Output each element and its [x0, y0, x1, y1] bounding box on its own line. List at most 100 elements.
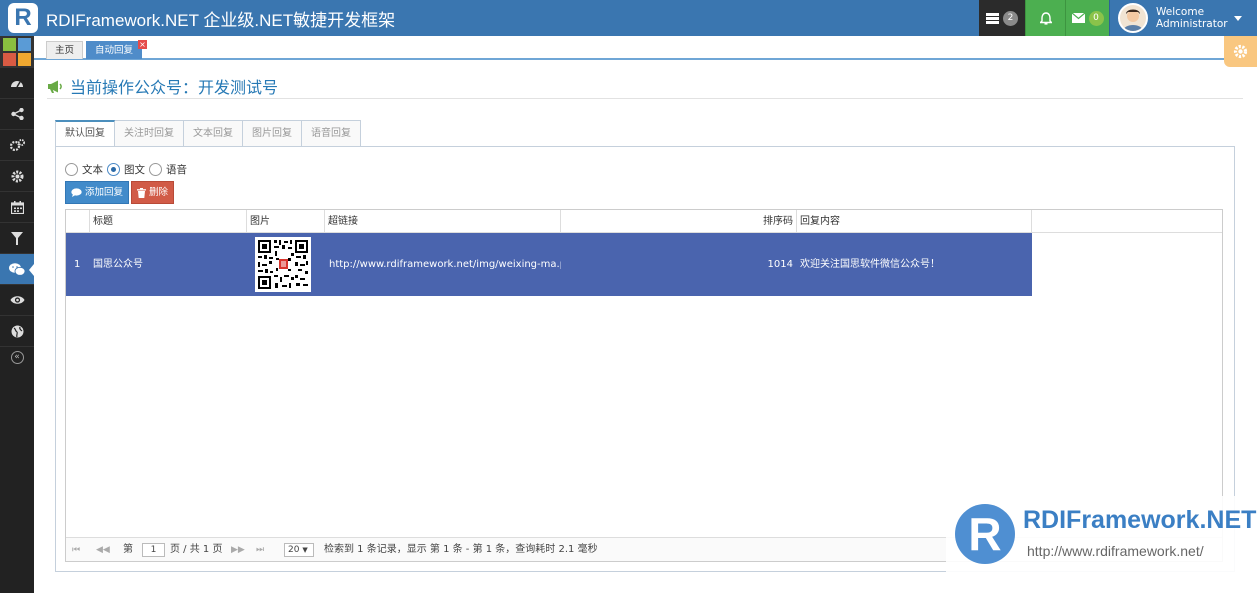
wechat-icon [9, 262, 25, 276]
add-reply-label: 添加回复 [85, 187, 124, 198]
col-image[interactable]: 图片 [247, 210, 325, 233]
welcome-label: Welcome [1156, 6, 1205, 18]
shortcut-orange[interactable] [18, 53, 31, 66]
shortcut-red[interactable] [3, 53, 16, 66]
brand[interactable]: R RDIFramework.NET 企业级.NET敏捷开发框架 [0, 0, 395, 36]
radio-voice-label: 语音 [166, 164, 187, 176]
avatar [1118, 3, 1148, 33]
watermark-logo: R [955, 504, 1015, 564]
user-info: Welcome Administrator [1156, 6, 1228, 30]
shortcuts[interactable] [0, 36, 34, 68]
tab-text-reply[interactable]: 文本回复 [184, 120, 243, 147]
add-reply-button[interactable]: 添加回复 [65, 181, 130, 204]
tasks-button[interactable]: 2 [979, 0, 1025, 36]
col-rownum [66, 210, 90, 233]
caret-down-icon [1233, 15, 1242, 21]
tachometer-icon [11, 81, 23, 88]
page-number-input[interactable]: 1 [142, 543, 165, 557]
gear-icon [1233, 44, 1248, 59]
double-angle-left-icon: « [10, 350, 24, 364]
notifications-button[interactable] [1025, 0, 1065, 36]
username-label: Administrator [1156, 18, 1228, 30]
page-header: 当前操作公众号：开发测试号 [47, 74, 278, 98]
page-prefix: 第 [123, 544, 133, 555]
delete-button[interactable]: 删除 [131, 181, 175, 204]
col-link[interactable]: 超链接 [325, 210, 561, 233]
globe-icon [11, 325, 23, 337]
first-page-icon[interactable]: ⏮ [72, 538, 80, 562]
page-size-value: 20 [288, 545, 300, 555]
radio-news[interactable] [107, 163, 120, 176]
envelope-icon [1071, 13, 1085, 23]
radio-news-label: 图文 [124, 164, 145, 176]
prev-page-icon[interactable]: ◀◀ [96, 538, 110, 562]
eye-icon [10, 296, 24, 304]
cogs-icon [9, 139, 25, 151]
user-menu[interactable]: Welcome Administrator [1109, 0, 1257, 36]
sidebar-item-settings[interactable] [0, 161, 34, 192]
top-navbar: R RDIFramework.NET 企业级.NET敏捷开发框架 2 0 Wel… [0, 0, 1257, 36]
qr-code-image [255, 237, 311, 292]
page-title: 当前操作公众号：开发测试号 [70, 80, 279, 97]
col-sort[interactable]: 排序码 [561, 210, 797, 233]
tasks-icon [986, 12, 999, 24]
radio-voice[interactable] [149, 163, 162, 176]
app-title: RDIFramework.NET 企业级.NET敏捷开发框架 [46, 10, 396, 30]
row-content: 欢迎关注国思软件微信公众号！ [800, 259, 940, 270]
calendar-icon [10, 200, 24, 214]
sidebar-item-dashboard[interactable] [0, 68, 34, 99]
radio-text[interactable] [65, 163, 78, 176]
shortcut-green[interactable] [3, 38, 16, 51]
page-size-select[interactable]: 20 ▼ [284, 543, 314, 557]
messages-count-badge: 0 [1088, 10, 1104, 26]
row-link: http://www.rdiframework.net/img/weixing-… [329, 259, 561, 270]
chevron-down-icon: ▼ [302, 546, 308, 554]
col-content[interactable]: 回复内容 [797, 210, 1032, 233]
row-sort: 1014 [767, 259, 793, 270]
tab-default-reply[interactable]: 默认回复 [55, 120, 115, 147]
comment-icon [71, 188, 82, 197]
tab-voice-reply[interactable]: 语音回复 [302, 120, 361, 147]
pager-summary: 检索到 1 条记录，显示 第 1 条 - 第 1 条，查询耗时 2.1 毫秒 [324, 544, 598, 555]
filter-icon [11, 231, 23, 245]
sidebar-item-calendar[interactable] [0, 192, 34, 223]
page-total: 页 / 共 1 页 [170, 544, 223, 555]
delete-label: 删除 [149, 187, 169, 198]
trash-icon [137, 187, 146, 198]
radio-text-label: 文本 [82, 164, 103, 176]
bell-icon [1039, 11, 1052, 25]
tasks-count-badge: 2 [1003, 10, 1018, 26]
app-logo: R [8, 3, 38, 33]
shortcut-blue[interactable] [18, 38, 31, 51]
sidebar-item-filter[interactable] [0, 223, 34, 254]
watermark-name: RDIFramework.NET [1023, 506, 1257, 534]
tab-follow-reply[interactable]: 关注时回复 [115, 120, 184, 147]
tab-auto-reply[interactable]: 自动回复 [86, 41, 143, 59]
tab-home[interactable]: 主页 [46, 41, 84, 59]
title-divider [47, 98, 1243, 99]
gear-icon [11, 170, 23, 182]
messages-button[interactable]: 0 [1065, 0, 1109, 36]
reply-type-group: 文本 图文 语音 [65, 162, 191, 177]
watermark-url: http://www.rdiframework.net/ [1027, 543, 1204, 559]
grid-header: 标题 图片 超链接 排序码 回复内容 [66, 210, 1222, 233]
sidebar-item-share[interactable] [0, 99, 34, 130]
sidebar-item-globe[interactable] [0, 316, 34, 347]
sidebar-collapse-button[interactable]: « [0, 347, 34, 367]
settings-button[interactable] [1224, 36, 1257, 67]
sidebar-item-wechat[interactable] [0, 254, 34, 285]
sidebar-item-eye[interactable] [0, 285, 34, 316]
last-page-icon[interactable]: ⏭ [256, 538, 264, 562]
sidebar: « [0, 36, 34, 593]
share-icon [10, 108, 24, 120]
close-icon[interactable]: × [138, 40, 147, 49]
col-title[interactable]: 标题 [90, 210, 247, 233]
next-page-icon[interactable]: ▶▶ [231, 538, 245, 562]
table-row[interactable]: 1 国思公众号 http://www.rdiframework.net/img/… [66, 233, 1032, 296]
bullhorn-icon [48, 80, 62, 93]
brand-watermark: R RDIFramework.NET http://www.rdiframewo… [946, 496, 1256, 572]
tab-image-reply[interactable]: 图片回复 [243, 120, 302, 147]
reply-tabs: 默认回复 关注时回复 文本回复 图片回复 语音回复 [55, 120, 361, 147]
sidebar-item-cogs[interactable] [0, 130, 34, 161]
row-number: 1 [74, 259, 81, 270]
